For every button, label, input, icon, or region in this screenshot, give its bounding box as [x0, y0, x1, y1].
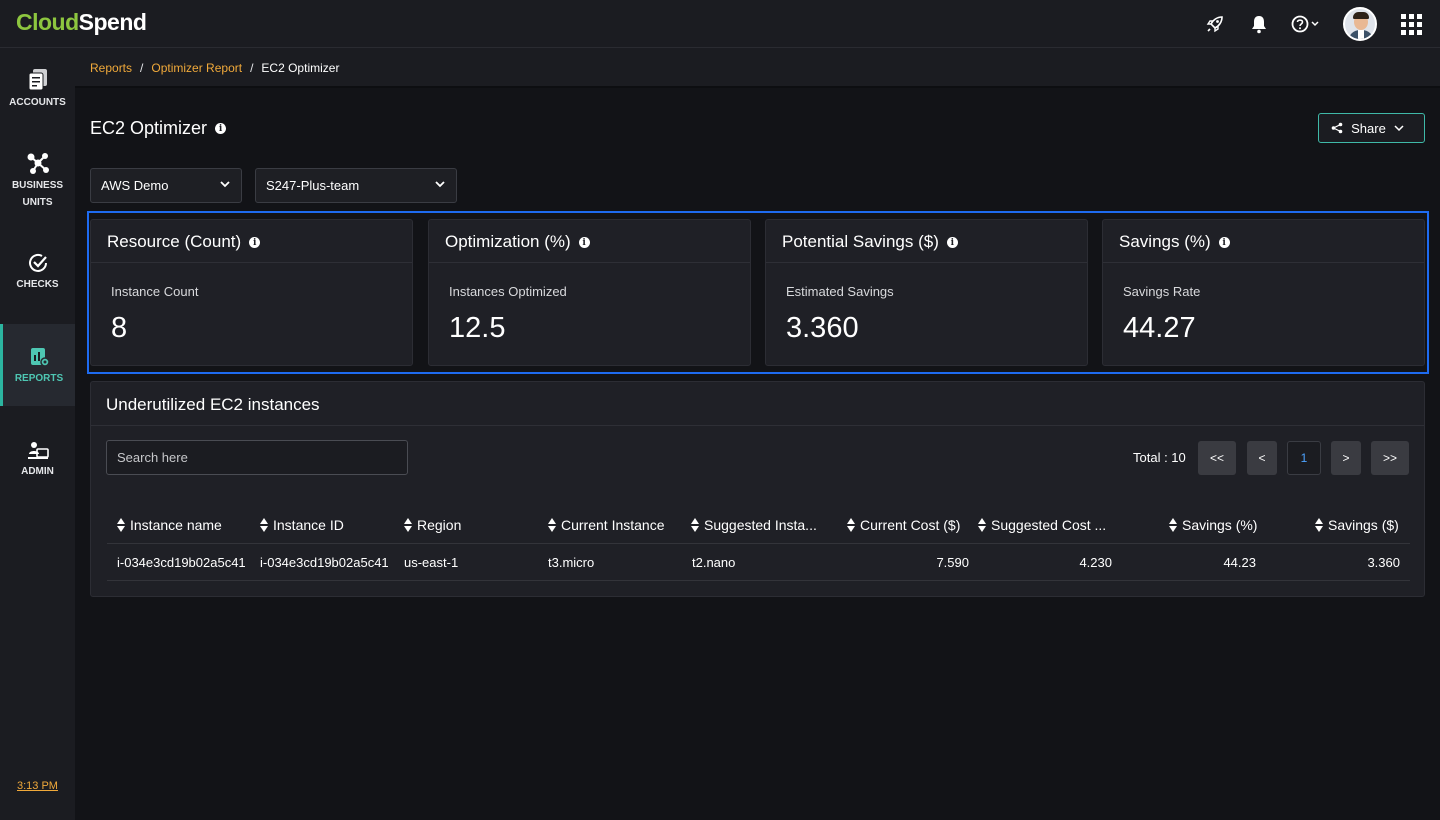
kpi-value: 3.360 [786, 312, 859, 344]
accounts-icon [28, 69, 47, 91]
sort-icon [1169, 518, 1177, 532]
column-current-cost[interactable]: Current Cost ($) [847, 517, 960, 533]
top-icons [1183, 0, 1422, 48]
table-header: Instance name Instance ID Region Current… [107, 513, 1410, 544]
info-icon[interactable]: i [249, 237, 261, 248]
kpi-title: Resource (Count) [107, 232, 242, 251]
bell-icon[interactable] [1247, 12, 1271, 36]
kpi-card-optimization: Optimization (%) i Instances Optimized 12… [428, 219, 751, 366]
column-instance-id[interactable]: Instance ID [260, 517, 344, 533]
info-icon[interactable]: i [215, 123, 227, 134]
reports-icon [31, 348, 50, 367]
cell-savings-percent: 44.23 [1223, 555, 1256, 570]
page-title: EC2 Optimizer i [90, 118, 227, 139]
cell-current-cost: 7.590 [936, 555, 969, 570]
cell-savings-dollar: 3.360 [1367, 555, 1400, 570]
page-next-button[interactable]: > [1331, 441, 1361, 475]
info-icon[interactable]: i [946, 237, 958, 248]
sidebar-item-checks[interactable]: CHECKS [0, 252, 75, 293]
sidebar-item-accounts[interactable]: ACCOUNTS [0, 68, 75, 111]
panel-title: Underutilized EC2 instances [106, 395, 320, 414]
table-row[interactable]: i-034e3cd19b02a5c41 i-034e3cd19b02a5c41 … [107, 544, 1410, 581]
kpi-card-potential-savings: Potential Savings ($) i Estimated Savings… [765, 219, 1088, 366]
sidebar: ACCOUNTS BUSINESS UNITS CHECKS REPORTS A… [0, 48, 75, 820]
chevron-down-icon [1394, 125, 1404, 131]
kpi-value: 12.5 [449, 312, 506, 344]
clock-time[interactable]: 3:13 PM [17, 780, 58, 792]
avatar[interactable] [1343, 7, 1377, 41]
cell-region: us-east-1 [404, 555, 459, 570]
account-select[interactable]: AWS Demo [90, 168, 242, 203]
help-icon[interactable] [1291, 12, 1321, 36]
share-icon [1331, 122, 1343, 134]
breadcrumb-optimizer-report[interactable]: Optimizer Report [151, 61, 242, 75]
sort-icon [404, 518, 412, 532]
sort-icon [847, 518, 855, 532]
kpi-value: 44.27 [1123, 312, 1196, 344]
sort-icon [1315, 518, 1323, 532]
column-savings-dollar[interactable]: Savings ($) [1315, 517, 1399, 533]
column-region[interactable]: Region [404, 517, 461, 533]
column-suggested-instance[interactable]: Suggested Insta... [691, 517, 817, 533]
cell-suggested-cost: 4.230 [1079, 555, 1112, 570]
chevron-down-icon [435, 181, 445, 188]
sort-icon [260, 518, 268, 532]
team-select[interactable]: S247-Plus-team [255, 168, 457, 203]
page-last-button[interactable]: >> [1371, 441, 1409, 475]
sort-icon [548, 518, 556, 532]
underutilized-instances-panel: Underutilized EC2 instances Total : 10 <… [90, 381, 1425, 597]
sidebar-item-reports[interactable]: REPORTS [0, 324, 75, 406]
total-count: Total : 10 [1133, 450, 1186, 465]
kpi-subtitle: Savings Rate [1123, 284, 1201, 299]
kpi-title: Savings (%) [1119, 232, 1211, 251]
info-icon[interactable]: i [578, 237, 590, 248]
sort-icon [691, 518, 699, 532]
cell-instance-id: i-034e3cd19b02a5c41 [260, 555, 389, 570]
kpi-card-savings-percent: Savings (%) i Savings Rate 44.27 [1102, 219, 1425, 366]
chevron-down-icon [220, 181, 230, 188]
sidebar-item-business-units[interactable]: BUSINESS UNITS [0, 151, 75, 211]
column-suggested-cost[interactable]: Suggested Cost ... [978, 517, 1106, 533]
cell-suggested-instance: t2.nano [692, 555, 736, 570]
page-first-button[interactable]: << [1198, 441, 1236, 475]
app-logo[interactable]: CloudSpend [16, 9, 147, 36]
sort-icon [978, 518, 986, 532]
sidebar-item-admin[interactable]: ADMIN [0, 441, 75, 480]
kpi-subtitle: Estimated Savings [786, 284, 894, 299]
column-current-instance[interactable]: Current Instance [548, 517, 665, 533]
checks-icon [28, 253, 47, 272]
cell-current-instance: t3.micro [548, 555, 595, 570]
kpi-subtitle: Instances Optimized [449, 284, 567, 299]
kpi-value: 8 [111, 312, 128, 344]
kpi-title: Optimization (%) [445, 232, 571, 251]
breadcrumb-bar: Reports / Optimizer Report / EC2 Optimiz… [75, 48, 1440, 88]
divider [91, 425, 1424, 426]
page-prev-button[interactable]: < [1247, 441, 1277, 475]
cell-instance-name: i-034e3cd19b02a5c41 [117, 555, 246, 570]
admin-icon [27, 442, 49, 459]
share-button[interactable]: Share [1318, 113, 1425, 143]
breadcrumb-current: EC2 Optimizer [261, 61, 340, 75]
rocket-icon[interactable] [1203, 12, 1227, 36]
apps-grid-icon[interactable] [1401, 13, 1422, 35]
column-instance-name[interactable]: Instance name [117, 517, 222, 533]
top-bar: CloudSpend [0, 0, 1440, 48]
info-icon[interactable]: i [1218, 237, 1230, 248]
breadcrumb: Reports / Optimizer Report / EC2 Optimiz… [90, 61, 340, 75]
business-units-icon [27, 153, 49, 174]
kpi-card-resource-count: Resource (Count) i Instance Count 8 [90, 219, 413, 366]
kpi-title: Potential Savings ($) [782, 232, 939, 251]
page-current-button[interactable]: 1 [1287, 441, 1321, 475]
breadcrumb-reports[interactable]: Reports [90, 61, 132, 75]
kpi-subtitle: Instance Count [111, 284, 199, 299]
sort-icon [117, 518, 125, 532]
column-savings-percent[interactable]: Savings (%) [1169, 517, 1257, 533]
search-input[interactable] [106, 440, 408, 475]
